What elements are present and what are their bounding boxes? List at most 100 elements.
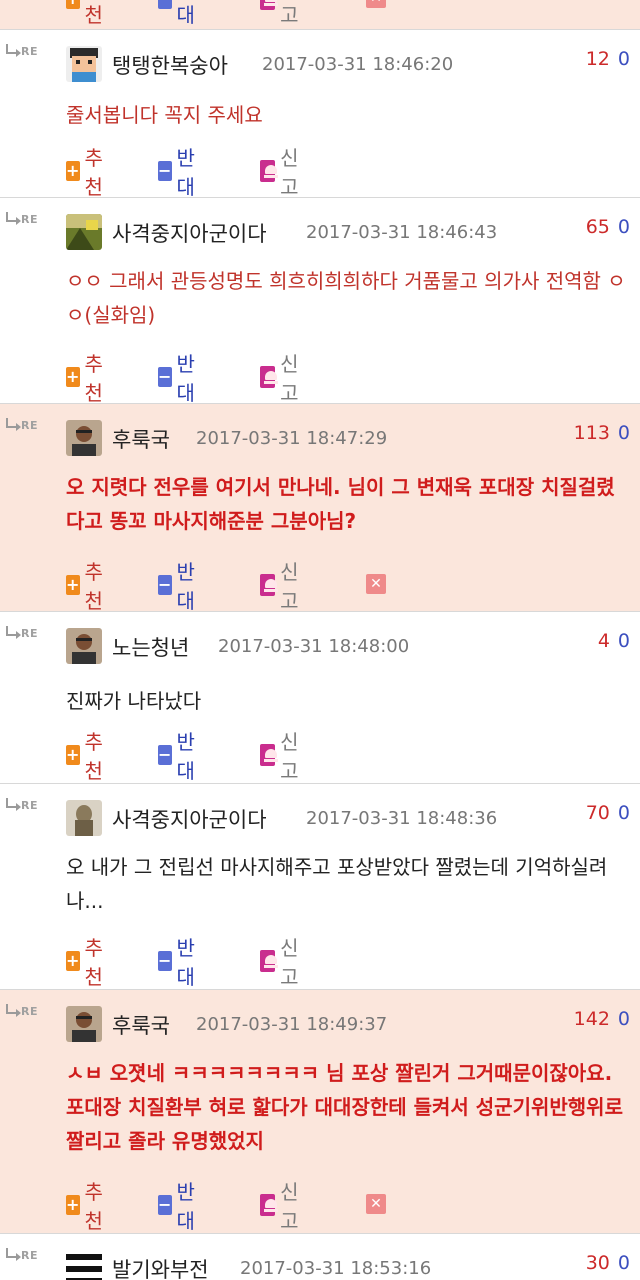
- plus-icon: +: [66, 575, 80, 595]
- reply-indicator: RE: [6, 212, 46, 228]
- recommend-button[interactable]: + 추천: [66, 936, 109, 989]
- reply-indicator: RE: [6, 626, 46, 642]
- upvote-count: 65: [585, 216, 610, 238]
- close-icon[interactable]: ✕: [366, 1194, 386, 1214]
- report-button[interactable]: 신고: [260, 936, 305, 989]
- re-label: RE: [21, 799, 38, 812]
- recommend-button[interactable]: + 추천: [66, 0, 109, 27]
- plus-icon: +: [66, 161, 80, 181]
- oppose-label: 반대: [176, 936, 195, 989]
- nickname[interactable]: 탱탱한복숭아: [112, 50, 228, 80]
- downvote-count: 0: [617, 1008, 630, 1030]
- vote-counts: 70 0: [586, 802, 630, 824]
- report-button[interactable]: 신고: [260, 352, 305, 405]
- comment-item: RE 후룩국 2017-03-31 18:49:37 142 0 ㅅㅂ 오졋네 ㅋㅋㅋㅋㅋ…: [0, 990, 640, 1234]
- siren-icon: [260, 160, 279, 182]
- person-photo-icon: [66, 628, 102, 664]
- oppose-button[interactable]: − 반대: [158, 730, 201, 783]
- comment-item: RE 사격중지아군이다 2017-03-31 18:46:43 65 0 ㅇㅇ 그래서 관…: [0, 198, 640, 405]
- upvote-count: 142: [573, 1008, 610, 1030]
- report-button[interactable]: 신고: [260, 146, 305, 199]
- oppose-label: 반대: [176, 730, 195, 783]
- close-icon[interactable]: ✕: [366, 0, 386, 8]
- oppose-button[interactable]: − 반대: [158, 936, 201, 989]
- avatar[interactable]: [66, 420, 102, 456]
- recommend-label: 추천: [84, 3, 103, 27]
- avatar[interactable]: [66, 214, 102, 250]
- minus-icon: −: [158, 951, 172, 971]
- recommend-button[interactable]: + 추천: [66, 560, 109, 613]
- comment-datetime: 2017-03-31 18:48:36: [306, 808, 498, 829]
- comment-text: 오 내가 그 전립선 마사지해주고 포상받았다 짤렸는데 기억하실려나...: [66, 855, 608, 913]
- nickname[interactable]: 후룩국: [112, 424, 170, 454]
- report-button[interactable]: 신고: [260, 730, 305, 783]
- recommend-label: 추천: [84, 560, 103, 613]
- comment-item: RE 발기와부전 2017-03-31 18:53:16 30 0: [0, 1234, 640, 1280]
- report-label: 신고: [280, 936, 299, 989]
- oppose-button[interactable]: − 반대: [158, 146, 201, 199]
- downvote-count: 0: [617, 48, 630, 70]
- recommend-label: 추천: [84, 730, 103, 783]
- person-photo-icon: [66, 420, 102, 456]
- stripes-icon: [66, 1250, 102, 1280]
- recommend-button[interactable]: + 추천: [66, 730, 109, 783]
- oppose-button[interactable]: − 반대: [158, 560, 201, 613]
- re-label: RE: [21, 627, 38, 640]
- siren-icon: [260, 574, 279, 596]
- oppose-button[interactable]: − 반대: [158, 352, 201, 405]
- downvote-count: 0: [617, 802, 630, 824]
- recommend-button[interactable]: + 추천: [66, 352, 109, 405]
- upvote-count: 70: [585, 802, 610, 824]
- reply-arrow-icon: [6, 1004, 21, 1017]
- close-icon[interactable]: ✕: [366, 574, 386, 594]
- comment-datetime: 2017-03-31 18:53:16: [240, 1258, 432, 1279]
- downvote-count: 0: [617, 216, 630, 238]
- report-button[interactable]: 신고: [260, 0, 305, 27]
- vote-counts: 113 0: [574, 422, 630, 444]
- upvote-count: 12: [585, 48, 610, 70]
- comment-text: 줄서봅니다 꼭지 주세요: [66, 103, 263, 127]
- vote-counts: 65 0: [586, 216, 630, 238]
- report-button[interactable]: 신고: [260, 560, 305, 613]
- comment-text: ㅇㅇ 그래서 관등성명도 희흐히희희하다 거품물고 의가사 전역함 ㅇㅇ(실화임…: [66, 269, 626, 327]
- comment-item: RE 탱탱한복숭아 2017-03-31 18:46:20 12 0 줄서봅니다 꼭지 주…: [0, 30, 640, 199]
- siren-icon: [260, 1194, 279, 1216]
- avatar[interactable]: [66, 46, 102, 82]
- oppose-label: 반대: [176, 1180, 195, 1233]
- comment-datetime: 2017-03-31 18:47:29: [196, 428, 388, 449]
- re-label: RE: [21, 1249, 38, 1262]
- oppose-button[interactable]: − 반대: [158, 0, 201, 27]
- vote-counts: 142 0: [574, 1008, 630, 1030]
- nickname[interactable]: 사격중지아군이다: [112, 218, 267, 248]
- statue-photo-icon: [66, 800, 102, 836]
- nickname[interactable]: 후룩국: [112, 1010, 170, 1040]
- partial-comment-top: + 추천 − 반대 신고 ✕: [0, 0, 640, 30]
- nickname[interactable]: 노는청년: [112, 632, 189, 662]
- upvote-count: 4: [597, 630, 610, 652]
- recommend-button[interactable]: + 추천: [66, 1180, 109, 1233]
- comment-datetime: 2017-03-31 18:48:00: [218, 636, 410, 657]
- reply-indicator: RE: [6, 44, 46, 60]
- comment-datetime: 2017-03-31 18:46:20: [262, 54, 454, 75]
- minus-icon: −: [158, 0, 172, 9]
- oppose-label: 반대: [176, 352, 195, 405]
- nickname[interactable]: 사격중지아군이다: [112, 804, 267, 834]
- minus-icon: −: [158, 1195, 172, 1215]
- avatar[interactable]: [66, 1006, 102, 1042]
- reply-indicator: RE: [6, 798, 46, 814]
- re-label: RE: [21, 45, 38, 58]
- minus-icon: −: [158, 161, 172, 181]
- recommend-button[interactable]: + 추천: [66, 146, 109, 199]
- siren-icon: [260, 366, 279, 388]
- reply-arrow-icon: [6, 798, 21, 811]
- avatar[interactable]: [66, 1250, 102, 1280]
- recommend-label: 추천: [84, 146, 103, 199]
- avatar[interactable]: [66, 800, 102, 836]
- oppose-button[interactable]: − 반대: [158, 1180, 201, 1233]
- upvote-count: 30: [585, 1252, 610, 1274]
- nickname[interactable]: 발기와부전: [112, 1254, 209, 1280]
- reply-indicator: RE: [6, 1004, 46, 1020]
- report-label: 신고: [280, 560, 299, 613]
- avatar[interactable]: [66, 628, 102, 664]
- report-button[interactable]: 신고: [260, 1180, 305, 1233]
